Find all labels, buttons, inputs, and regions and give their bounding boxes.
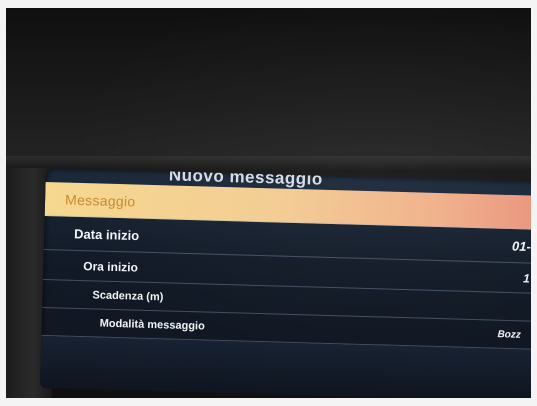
- menu-item-value: 1: [522, 270, 530, 286]
- menu-item-label: Modalità messaggio: [99, 317, 205, 332]
- menu-item-label: Scadenza (m): [92, 288, 164, 303]
- menu-item-label: Ora inizio: [83, 258, 139, 275]
- menu-item-value: 01-: [511, 238, 531, 254]
- device-bezel-ledge: [6, 156, 531, 170]
- device-bezel-top: [6, 8, 531, 158]
- menu-item-label: Data inizio: [73, 225, 140, 243]
- device-photo: Nuovo messaggio Messaggio Data inizio 01…: [6, 8, 531, 398]
- menu-item-value: Bozz: [497, 328, 522, 341]
- device-screen: Nuovo messaggio Messaggio Data inizio 01…: [39, 168, 531, 398]
- menu-item-label: Messaggio: [64, 191, 136, 210]
